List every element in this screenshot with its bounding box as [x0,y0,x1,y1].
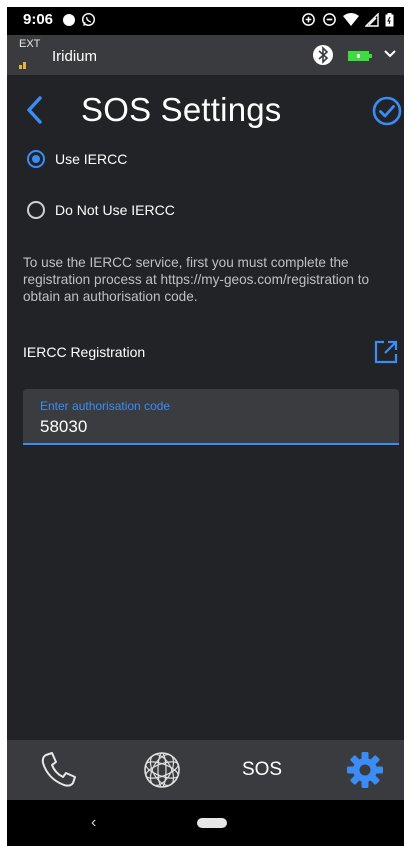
sos-label: SOS [241,759,283,780]
ext-label: EXT [19,38,41,50]
device-bar[interactable]: EXT Iridium [7,35,404,75]
status-icons [301,12,394,27]
nav-settings[interactable] [340,740,390,800]
globe-icon [144,752,180,788]
bluetooth-icon [313,45,333,65]
phone-screen: 9:06 EXT Iridium SOS Settings Use IERCC … [7,7,404,846]
confirm-check-icon[interactable] [372,96,402,126]
bottom-nav: SOS [7,740,404,800]
auth-code-field[interactable]: Enter authorisation code 58030 [23,389,399,445]
option-label: Do Not Use IERCC [55,202,175,218]
auth-code-label: Enter authorisation code [40,399,171,413]
radio-button-unchecked[interactable] [27,201,45,219]
nav-phone[interactable] [33,740,83,800]
registration-row[interactable]: IERCC Registration [23,338,399,366]
do-not-disturb-icon [323,13,336,26]
back-arrow-icon[interactable] [25,95,45,125]
status-bar: 9:06 [7,7,404,35]
page-title: SOS Settings [81,91,282,128]
device-battery-icon [348,51,372,61]
status-time: 9:06 [23,11,54,28]
nav-globe[interactable] [137,740,187,800]
phone-icon [41,752,76,787]
system-home-button[interactable] [197,818,227,828]
whatsapp-icon [81,12,96,27]
open-external-icon[interactable] [373,339,399,365]
radio-button-checked[interactable] [27,150,45,168]
battery-icon [385,12,394,26]
chevron-down-icon[interactable] [383,49,397,59]
wifi-icon [343,12,359,26]
network-name: Iridium [52,48,98,65]
registration-label: IERCC Registration [23,344,146,360]
signal-icon [365,12,379,27]
system-nav-bar: ‹ [7,800,404,846]
record-dot-icon [63,14,75,26]
data-saver-icon [302,13,315,26]
option-do-not-use-iercc[interactable]: Do Not Use IERCC [27,197,175,223]
auth-code-input[interactable]: 58030 [40,417,87,437]
system-back-button[interactable]: ‹ [91,814,96,832]
gear-icon [347,752,383,788]
info-text: To use the IERCC service, first you must… [23,255,370,304]
nav-sos[interactable]: SOS [237,740,287,800]
signal-strength-icon [19,62,26,69]
option-label: Use IERCC [55,151,128,167]
option-use-iercc[interactable]: Use IERCC [27,146,127,172]
page-header: SOS Settings [7,75,404,145]
